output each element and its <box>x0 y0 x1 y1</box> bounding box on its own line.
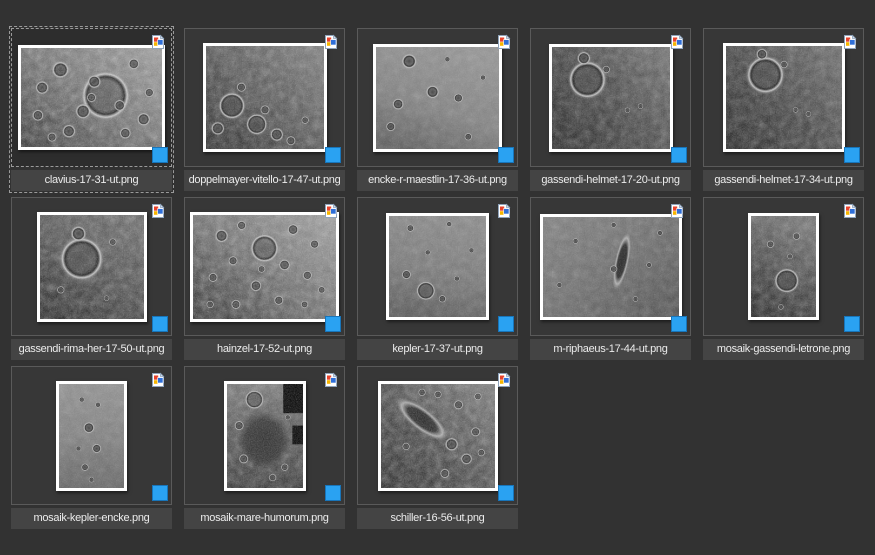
file-tile[interactable]: m-riphaeus-17-44-ut.png <box>530 197 691 360</box>
file-tile[interactable]: mosaik-mare-humorum.png <box>184 366 345 529</box>
filename-label: gassendi-helmet-17-34-ut.png <box>703 170 864 191</box>
thumbnail-cell[interactable] <box>530 197 691 336</box>
filename-label: encke-r-maestlin-17-36-ut.png <box>357 170 518 191</box>
blue-square-tag-icon <box>152 316 168 332</box>
file-tile[interactable]: mosaik-gassendi-letrone.png <box>703 197 864 360</box>
filename-label: schiller-16-56-ut.png <box>357 508 518 529</box>
image-file-type-icon <box>842 203 858 219</box>
file-tile[interactable]: gassendi-helmet-17-20-ut.png <box>530 28 691 191</box>
file-tile[interactable]: gassendi-rima-her-17-50-ut.png <box>11 197 172 360</box>
thumbnail-cell[interactable] <box>357 28 518 167</box>
filename-label: gassendi-helmet-17-20-ut.png <box>530 170 691 191</box>
blue-square-tag-icon <box>325 485 341 501</box>
thumbnail-cell[interactable] <box>703 197 864 336</box>
blue-square-tag-icon <box>152 147 168 163</box>
thumbnail-image[interactable] <box>378 381 498 491</box>
filename-label: clavius-17-31-ut.png <box>11 170 172 191</box>
file-tile[interactable]: kepler-17-37-ut.png <box>357 197 518 360</box>
thumbnail-cell[interactable] <box>184 366 345 505</box>
image-file-type-icon <box>669 203 685 219</box>
thumbnail-cell[interactable] <box>11 28 172 167</box>
image-file-type-icon <box>323 372 339 388</box>
thumbnail-cell[interactable] <box>530 28 691 167</box>
file-tile[interactable]: encke-r-maestlin-17-36-ut.png <box>357 28 518 191</box>
blue-square-tag-icon <box>498 316 514 332</box>
thumbnail-image[interactable] <box>56 381 127 491</box>
thumbnail-image[interactable] <box>748 213 819 320</box>
thumbnail-cell[interactable] <box>357 197 518 336</box>
filename-label: kepler-17-37-ut.png <box>357 339 518 360</box>
thumbnail-image[interactable] <box>549 44 673 152</box>
file-tile[interactable]: schiller-16-56-ut.png <box>357 366 518 529</box>
blue-square-tag-icon <box>844 147 860 163</box>
filename-label: mosaik-kepler-encke.png <box>11 508 172 529</box>
blue-square-tag-icon <box>498 147 514 163</box>
thumbnail-cell[interactable] <box>357 366 518 505</box>
image-file-type-icon <box>150 203 166 219</box>
filename-label: doppelmayer-vitello-17-47-ut.png <box>184 170 345 191</box>
file-tile[interactable]: mosaik-kepler-encke.png <box>11 366 172 529</box>
blue-square-tag-icon <box>844 316 860 332</box>
thumbnail-cell[interactable] <box>703 28 864 167</box>
thumbnail-cell[interactable] <box>11 197 172 336</box>
thumbnail-image[interactable] <box>723 43 845 152</box>
blue-square-tag-icon <box>671 147 687 163</box>
file-tile[interactable]: hainzel-17-52-ut.png <box>184 197 345 360</box>
thumbnail-cell[interactable] <box>184 197 345 336</box>
thumbnail-image[interactable] <box>18 45 165 150</box>
thumbnail-image[interactable] <box>224 381 306 491</box>
filename-label: mosaik-mare-humorum.png <box>184 508 345 529</box>
thumbnail-image[interactable] <box>190 212 339 322</box>
thumbnail-image[interactable] <box>540 214 682 320</box>
file-tile[interactable]: doppelmayer-vitello-17-47-ut.png <box>184 28 345 191</box>
filename-label: m-riphaeus-17-44-ut.png <box>530 339 691 360</box>
thumbnail-image[interactable] <box>37 212 147 322</box>
image-file-type-icon <box>323 34 339 50</box>
blue-square-tag-icon <box>498 485 514 501</box>
image-file-type-icon <box>842 34 858 50</box>
file-tile[interactable]: gassendi-helmet-17-34-ut.png <box>703 28 864 191</box>
image-file-type-icon <box>150 34 166 50</box>
thumbnail-image[interactable] <box>373 44 502 152</box>
blue-square-tag-icon <box>671 316 687 332</box>
blue-square-tag-icon <box>325 147 341 163</box>
blue-square-tag-icon <box>325 316 341 332</box>
file-tile[interactable]: clavius-17-31-ut.png <box>11 28 172 191</box>
image-file-type-icon <box>323 203 339 219</box>
filename-label: gassendi-rima-her-17-50-ut.png <box>11 339 172 360</box>
image-file-type-icon <box>496 372 512 388</box>
blue-square-tag-icon <box>152 485 168 501</box>
file-grid: clavius-17-31-ut.png doppelmayer-vitello… <box>0 0 875 555</box>
filename-label: hainzel-17-52-ut.png <box>184 339 345 360</box>
thumbnail-image[interactable] <box>203 43 327 152</box>
thumbnail-cell[interactable] <box>11 366 172 505</box>
filename-label: mosaik-gassendi-letrone.png <box>703 339 864 360</box>
image-file-type-icon <box>669 34 685 50</box>
thumbnail-cell[interactable] <box>184 28 345 167</box>
image-file-type-icon <box>150 372 166 388</box>
thumbnail-image[interactable] <box>386 213 489 320</box>
image-file-type-icon <box>496 203 512 219</box>
image-file-type-icon <box>496 34 512 50</box>
